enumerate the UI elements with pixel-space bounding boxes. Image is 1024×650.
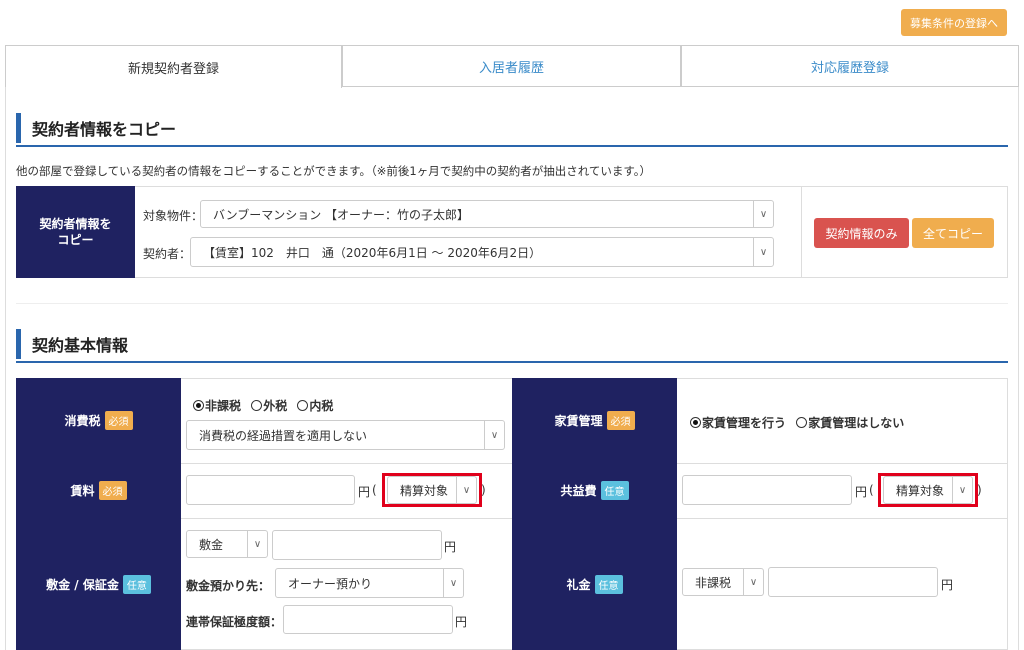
radio-label: 非課税 [205, 399, 242, 413]
copy-header-line1: 契約者情報を [39, 217, 112, 231]
guarantee-unit: 円 [455, 615, 468, 629]
tax-header: 消費税 必須 [16, 378, 181, 463]
section-title-text: 契約者情報をコピー [32, 120, 177, 139]
guarantee-limit-input[interactable] [283, 605, 453, 634]
tab-response-history[interactable]: 対応履歴登録 [681, 45, 1019, 87]
optional-badge: 任意 [600, 481, 629, 500]
optional-badge: 任意 [122, 574, 151, 594]
property-label: 対象物件： [143, 209, 204, 223]
section-divider [16, 361, 1008, 363]
required-badge: 必須 [104, 411, 133, 430]
chevron-down-icon: ∨ [247, 531, 267, 557]
section-title-basic: 契約基本情報 [16, 329, 128, 359]
common-fee-label: 共益費 [560, 484, 597, 498]
highlight-box [878, 473, 978, 507]
deposit-type-select[interactable]: 敷金 ∨ [186, 530, 268, 558]
radio-label: 内税 [309, 399, 334, 413]
chevron-down-icon: ∨ [743, 569, 763, 595]
copy-contract-only-button[interactable]: 契約情報のみ [814, 218, 909, 248]
tax-radio-nontax[interactable]: 非課税 [193, 399, 241, 413]
chevron-down-icon: ∨ [443, 569, 463, 597]
tax-radio-external[interactable]: 外税 [251, 399, 287, 413]
chevron-down-icon: ∨ [753, 201, 773, 227]
highlight-box [382, 473, 482, 507]
copy-header-cell: 契約者情報を コピー [16, 186, 135, 278]
radio-checked-icon [690, 417, 701, 428]
divider [16, 303, 1008, 304]
section-title-text: 契約基本情報 [32, 336, 129, 355]
recruitment-register-button[interactable]: 募集条件の登録へ [901, 9, 1007, 36]
tab-label: 新規契約者登録 [127, 61, 219, 77]
tax-measure-select[interactable]: 消費税の経過措置を適用しない ∨ [186, 420, 505, 450]
radio-label: 家賃管理はしない [808, 416, 905, 430]
key-money-header: 礼金 任意 [512, 518, 677, 650]
rent-unit: 円 [358, 485, 371, 499]
section-divider [16, 145, 1008, 147]
radio-label: 外税 [263, 399, 288, 413]
deposit-unit: 円 [444, 540, 457, 554]
deposit-holder-value: オーナー預かり [288, 576, 373, 591]
key-money-label: 礼金 [566, 577, 591, 592]
radio-label: 家賃管理を行う [702, 416, 787, 430]
paren-open: ( [869, 483, 874, 497]
rent-header: 賃料 必須 [16, 463, 181, 518]
deposit-type-value: 敷金 [199, 537, 224, 552]
copy-header-line2: コピー [57, 233, 94, 247]
tax-radio-group: 非課税 外税 内税 [193, 397, 333, 414]
deposit-holder-select[interactable]: オーナー預かり ∨ [275, 568, 464, 598]
tax-label: 消費税 [64, 414, 101, 428]
radio-checked-icon [193, 400, 204, 411]
optional-badge: 任意 [594, 574, 623, 594]
rent-mgmt-radio-yes[interactable]: 家賃管理を行う [690, 416, 786, 430]
key-money-input[interactable] [768, 567, 938, 597]
required-badge: 必須 [606, 411, 635, 430]
tax-radio-internal[interactable]: 内税 [297, 399, 333, 413]
contractor-label: 契約者： [143, 247, 192, 261]
deposit-amount-input[interactable] [272, 530, 442, 560]
key-money-tax-select[interactable]: 非課税 ∨ [682, 568, 764, 596]
chevron-down-icon: ∨ [484, 421, 504, 449]
section-title-copy: 契約者情報をコピー [16, 113, 176, 143]
contractor-select[interactable]: 【賃室】102 井口 通（2020年6月1日 ～ 2020年6月2日） ∨ [190, 237, 774, 267]
required-badge: 必須 [98, 481, 127, 500]
rent-mgmt-label: 家賃管理 [554, 414, 603, 428]
tab-new-contractor[interactable]: 新規契約者登録 [5, 45, 342, 88]
tax-measure-value: 消費税の経過措置を適用しない [199, 428, 368, 443]
rent-mgmt-radio-no[interactable]: 家賃管理はしない [796, 416, 904, 430]
deposit-holder-label: 敷金預かり先： [186, 579, 271, 593]
deposit-header: 敷金 / 保証金 任意 [16, 518, 181, 650]
tab-resident-history[interactable]: 入居者履歴 [342, 45, 681, 87]
radio-icon [297, 400, 309, 411]
contractor-select-value: 【賃室】102 井口 通（2020年6月1日 ～ 2020年6月2日） [203, 245, 542, 260]
tab-label: 入居者履歴 [478, 60, 544, 76]
cell-divider [801, 186, 802, 278]
radio-icon [251, 400, 263, 411]
rent-mgmt-header: 家賃管理 必須 [512, 378, 677, 463]
paren-open: ( [372, 483, 377, 497]
rent-input[interactable] [186, 475, 355, 505]
key-money-tax-value: 非課税 [695, 575, 732, 590]
rent-label: 賃料 [70, 484, 95, 498]
tab-label: 対応履歴登録 [810, 60, 889, 76]
guarantee-limit-label: 連帯保証極度額： [186, 615, 283, 629]
key-money-unit: 円 [941, 578, 954, 592]
radio-icon [796, 417, 808, 428]
copy-all-button[interactable]: 全てコピー [912, 218, 994, 248]
copy-description: 他の部屋で登録している契約者の情報をコピーすることができます。（※前後1ヶ月で契… [16, 164, 651, 178]
deposit-label: 敷金 / 保証金 [46, 577, 119, 592]
property-select-value: バンブーマンション 【オーナー：竹の子太郎】 [213, 207, 470, 222]
property-select[interactable]: バンブーマンション 【オーナー：竹の子太郎】 ∨ [200, 200, 774, 228]
chevron-down-icon: ∨ [753, 238, 773, 266]
common-fee-input[interactable] [682, 475, 852, 505]
common-fee-unit: 円 [855, 485, 868, 499]
rent-mgmt-radio-group: 家賃管理を行う 家賃管理はしない [690, 414, 904, 431]
common-fee-header: 共益費 任意 [512, 463, 677, 518]
